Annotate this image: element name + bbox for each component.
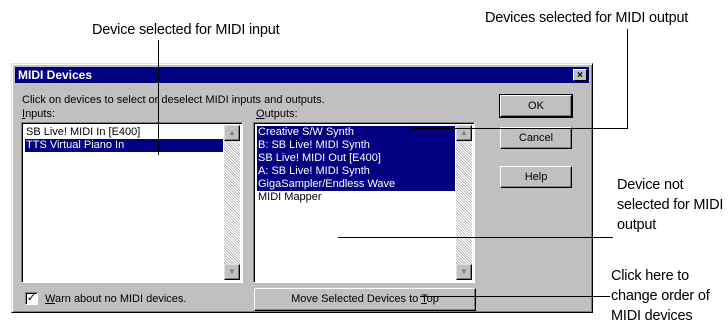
warn-label-accel: W (45, 293, 55, 305)
outputs-list-items: Creative S/W Synth B: SB Live! MIDI Synt… (257, 126, 455, 204)
input-item[interactable]: SB Live! MIDI In [E400] (25, 126, 223, 139)
outputs-label: Outputs: (256, 108, 298, 121)
annotation-input-selected: Device selected for MIDI input (92, 22, 280, 38)
output-item-selected[interactable]: SB Live! MIDI Out [E400] (257, 152, 455, 165)
dialog-title: MIDI Devices (18, 68, 93, 82)
ok-button[interactable]: OK (499, 94, 573, 118)
annotation-output-selected: Devices selected for MIDI output (485, 10, 689, 26)
inputs-scrollbar[interactable]: ▲ ▼ (224, 125, 240, 280)
scroll-down-arrow-icon[interactable]: ▼ (224, 264, 240, 280)
annotation-change-order: Click here to change order of MIDI devic… (611, 266, 710, 326)
callout-line-not-selected (338, 237, 613, 238)
annotation-line: change order of (611, 288, 710, 304)
input-item-selected[interactable]: TTS Virtual Piano In (25, 139, 223, 152)
cancel-button[interactable]: Cancel (500, 127, 572, 149)
outputs-listbox[interactable]: Creative S/W Synth B: SB Live! MIDI Synt… (253, 122, 475, 283)
inputs-listbox[interactable]: SB Live! MIDI In [E400] TTS Virtual Pian… (21, 122, 243, 283)
move-label-post: op (426, 293, 439, 305)
close-button[interactable]: × (573, 69, 587, 81)
annotation-line: selected for MIDI (617, 197, 724, 213)
annotation-line: Device not (617, 177, 684, 193)
warn-checkbox[interactable]: ✓ (25, 292, 38, 305)
outputs-label-accel: O (256, 108, 265, 120)
callout-line-change-order (420, 296, 610, 297)
output-item[interactable]: MIDI Mapper (257, 191, 455, 204)
annotation-line: output (617, 217, 657, 233)
instructions-text: Click on devices to select or deselect M… (22, 94, 325, 106)
inputs-label-text: nputs: (25, 108, 56, 120)
outputs-label-text: utputs: (264, 108, 298, 120)
callout-line-output-vertical (627, 29, 628, 129)
outputs-scrollbar[interactable]: ▲ ▼ (456, 125, 472, 280)
inputs-label: Inputs: (22, 108, 55, 121)
inputs-list-items: SB Live! MIDI In [E400] TTS Virtual Pian… (25, 126, 223, 152)
warn-label[interactable]: Warn about no MIDI devices. (45, 293, 186, 306)
annotation-line: Click here to (611, 268, 689, 284)
callout-line-input (158, 40, 159, 155)
title-bar: MIDI Devices × (15, 67, 589, 83)
output-item-selected[interactable]: B: SB Live! MIDI Synth (257, 139, 455, 152)
move-selected-to-top-button[interactable]: Move Selected Devices to Top (254, 288, 476, 311)
scroll-up-arrow-icon[interactable]: ▲ (224, 125, 240, 141)
help-button[interactable]: Help (500, 166, 572, 188)
midi-devices-dialog: MIDI Devices × Click on devices to selec… (11, 63, 593, 313)
callout-line-output-horizontal (412, 128, 628, 129)
output-item-selected[interactable]: GigaSampler/Endless Wave (257, 178, 455, 191)
move-label-pre: Move Selected Devices to (291, 293, 422, 305)
scroll-down-arrow-icon[interactable]: ▼ (456, 264, 472, 280)
annotation-line: MIDI devices (611, 308, 693, 324)
warn-label-text: arn about no MIDI devices. (54, 293, 187, 305)
output-item-selected[interactable]: A: SB Live! MIDI Synth (257, 165, 455, 178)
annotation-not-selected: Device not selected for MIDI output (617, 175, 723, 235)
